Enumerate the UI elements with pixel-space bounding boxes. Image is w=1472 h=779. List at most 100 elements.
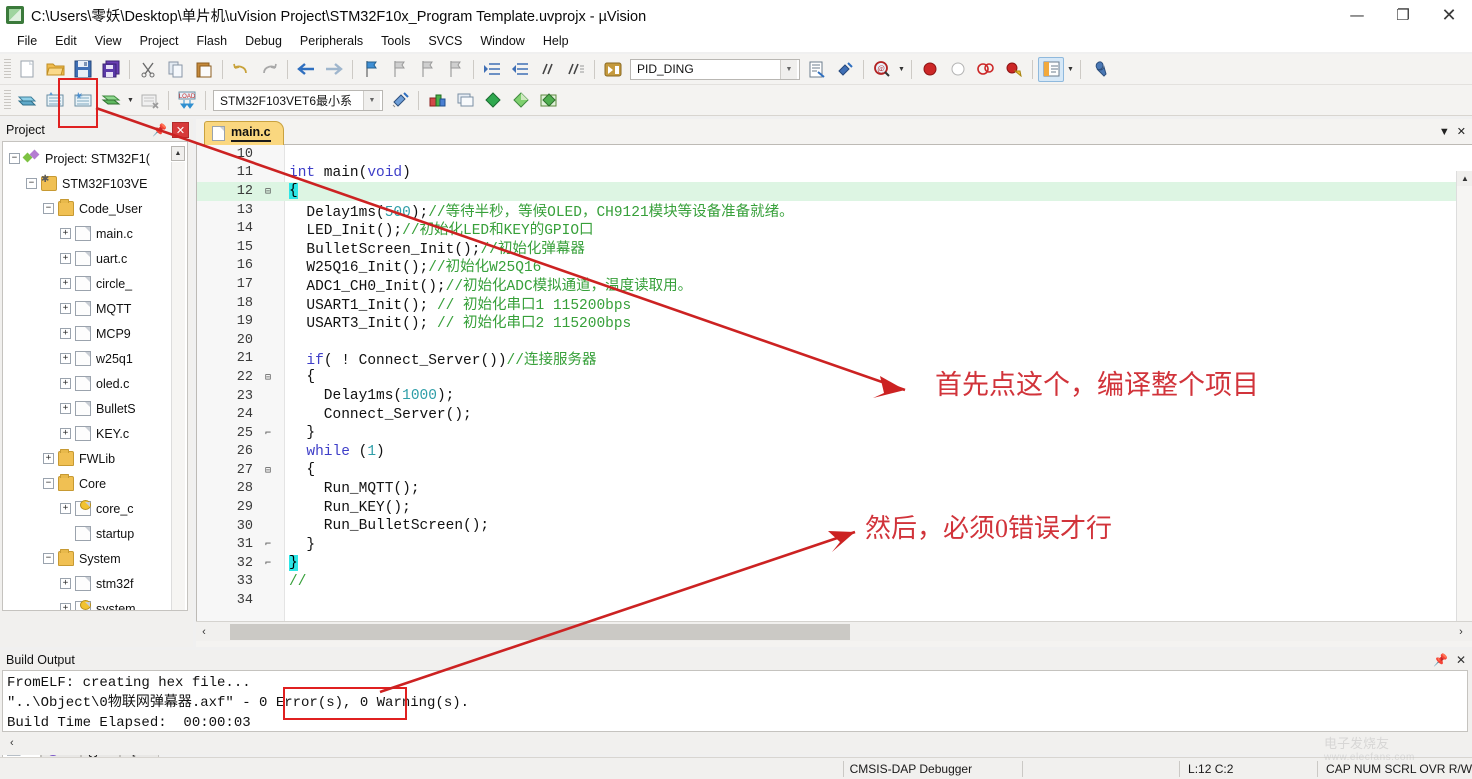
tree-node[interactable]: + FWLib — [3, 446, 187, 471]
code-line[interactable]: 18 USART1_Init(); // 初始化串口1 115200bps — [197, 294, 1472, 314]
target-select[interactable]: STM32F103VET6最小系 ▼ — [213, 89, 383, 111]
expand-icon[interactable]: + — [60, 278, 71, 289]
navigate-back-icon[interactable] — [293, 57, 319, 82]
minimize-icon[interactable]: — — [1334, 0, 1380, 30]
expand-icon[interactable]: + — [60, 253, 71, 264]
clear-breakpoints-icon[interactable] — [973, 57, 999, 82]
tree-node[interactable]: − System — [3, 546, 187, 571]
comment-lines-icon[interactable] — [535, 57, 561, 82]
target-options-icon[interactable] — [804, 57, 830, 82]
chevron-down-icon[interactable]: ▼ — [125, 88, 136, 112]
menu-edit[interactable]: Edit — [46, 32, 86, 50]
code-line[interactable]: 16 W25Q16_Init();//初始化W25Q16 — [197, 257, 1472, 276]
tree-vertical-scrollbar[interactable] — [171, 162, 185, 610]
menu-debug[interactable]: Debug — [236, 32, 291, 50]
code-line[interactable]: 26 while (1) — [197, 443, 1472, 462]
fold-collapse-icon[interactable]: ⊟ — [259, 372, 277, 383]
workspace-close-icon[interactable]: ✕ — [1457, 125, 1466, 138]
collapse-icon[interactable]: − — [43, 203, 54, 214]
tree-node[interactable]: + oled.c — [3, 371, 187, 396]
code-line[interactable]: 32 ⌐} — [197, 554, 1472, 573]
tree-node[interactable]: + main.c — [3, 221, 187, 246]
tab-main-c[interactable]: main.c — [204, 121, 284, 145]
code-line[interactable]: 33 // — [197, 573, 1472, 592]
bookmark-toggle-icon[interactable] — [358, 57, 384, 82]
expand-icon[interactable]: + — [60, 428, 71, 439]
menu-tools[interactable]: Tools — [372, 32, 419, 50]
expand-icon[interactable]: + — [60, 503, 71, 514]
manage-project-items-icon[interactable] — [424, 88, 450, 113]
disable-all-breakpoints-icon[interactable] — [1001, 57, 1027, 82]
expand-icon[interactable]: + — [43, 453, 54, 464]
scroll-up-icon[interactable]: ▲ — [171, 146, 185, 161]
copy-icon[interactable] — [163, 57, 189, 82]
tree-node[interactable]: − Code_User — [3, 196, 187, 221]
close-icon[interactable]: ✕ — [1426, 0, 1472, 30]
expand-icon[interactable]: + — [60, 303, 71, 314]
tree-node[interactable]: + stm32f — [3, 571, 187, 596]
code-line[interactable]: 27 ⊟ { — [197, 461, 1472, 480]
code-line[interactable]: 12 ⊟ { — [197, 182, 1472, 201]
code-line[interactable]: 20 — [197, 331, 1472, 350]
manage-packs-icon[interactable] — [536, 88, 562, 113]
menu-help[interactable]: Help — [534, 32, 578, 50]
build-output-text[interactable]: FromELF: creating hex file... "..\Object… — [2, 670, 1468, 732]
project-tree[interactable]: − Project: STM32F1(− STM32F103VE − Code_User… — [2, 141, 188, 611]
select-sw-pack-icon[interactable] — [480, 88, 506, 113]
build-output-scrollbar[interactable]: ‹ — [2, 734, 1468, 752]
manage-run-time-env-icon[interactable] — [452, 88, 478, 113]
code-line[interactable]: 28 Run_MQTT(); — [197, 480, 1472, 499]
fold-collapse-icon[interactable]: ⊟ — [259, 465, 277, 476]
code-line[interactable]: 15 BulletScreen_Init();//初始化弹幕器 — [197, 238, 1472, 258]
fold-collapse-icon[interactable]: ⊟ — [259, 186, 277, 197]
collapse-icon[interactable]: − — [43, 553, 54, 564]
code-line[interactable]: 24 Connect_Server(); — [197, 405, 1472, 424]
download-to-flash-icon[interactable]: LOAD — [174, 88, 200, 113]
chevron-down-icon[interactable]: ▼ — [896, 57, 907, 81]
tree-node[interactable]: + MCP9 — [3, 321, 187, 346]
pin-icon[interactable]: 📌 — [152, 123, 167, 137]
workspace-dropdown-icon[interactable]: ▼ — [1439, 126, 1450, 138]
new-file-icon[interactable] — [14, 57, 40, 82]
code-line[interactable]: 13 Delay1ms(500);//等待半秒，等候OLED，CH9121模块等… — [197, 201, 1472, 221]
scroll-up-icon[interactable]: ▲ — [1457, 171, 1472, 186]
menu-flash[interactable]: Flash — [187, 32, 236, 50]
tree-node[interactable]: + circle_ — [3, 271, 187, 296]
navigate-forward-icon[interactable] — [321, 57, 347, 82]
expand-icon[interactable]: + — [60, 578, 71, 589]
toolbar-grip[interactable] — [4, 90, 11, 110]
translate-file-icon[interactable] — [14, 88, 40, 113]
code-line[interactable]: 10 — [197, 145, 1472, 164]
uncomment-lines-icon[interactable] — [563, 57, 589, 82]
stop-build-icon[interactable] — [137, 88, 163, 113]
menu-svcs[interactable]: SVCS — [419, 32, 471, 50]
pin-icon[interactable]: 📌 — [1433, 653, 1448, 667]
find-in-files-icon[interactable]: @ — [869, 57, 895, 82]
code-editor[interactable]: 10 11 int main(void) 12 ⊟ {13 Delay1ms(500);/… — [196, 145, 1472, 621]
scrollbar-track[interactable] — [212, 623, 1450, 640]
scrollbar-thumb[interactable] — [230, 623, 850, 640]
indent-increase-icon[interactable] — [479, 57, 505, 82]
code-line[interactable]: 11 int main(void) — [197, 164, 1472, 183]
code-line[interactable]: 30 Run_BulletScreen(); — [197, 517, 1472, 536]
cut-icon[interactable] — [135, 57, 161, 82]
tree-node[interactable]: startup — [3, 521, 187, 546]
menu-file[interactable]: File — [8, 32, 46, 50]
indent-decrease-icon[interactable] — [507, 57, 533, 82]
expand-icon[interactable]: + — [60, 353, 71, 364]
collapse-icon[interactable]: − — [26, 178, 37, 189]
batch-build-icon[interactable] — [600, 57, 626, 82]
code-line[interactable]: 31 ⌐ } — [197, 535, 1472, 554]
tree-node[interactable]: − Project: STM32F1( — [3, 146, 187, 171]
tree-node[interactable]: − Core — [3, 471, 187, 496]
toolbar-grip[interactable] — [4, 59, 11, 79]
disable-breakpoint-icon[interactable] — [945, 57, 971, 82]
code-line[interactable]: 21 if( ! Connect_Server())//连接服务器 — [197, 350, 1472, 369]
redo-icon[interactable] — [256, 57, 282, 82]
code-line[interactable]: 29 Run_KEY(); — [197, 498, 1472, 517]
chevron-down-icon[interactable]: ▼ — [780, 59, 797, 79]
chevron-down-icon[interactable]: ▼ — [363, 90, 380, 110]
pack-installer-icon[interactable] — [508, 88, 534, 113]
bookmark-prev-icon[interactable] — [386, 57, 412, 82]
tree-node[interactable]: + uart.c — [3, 246, 187, 271]
